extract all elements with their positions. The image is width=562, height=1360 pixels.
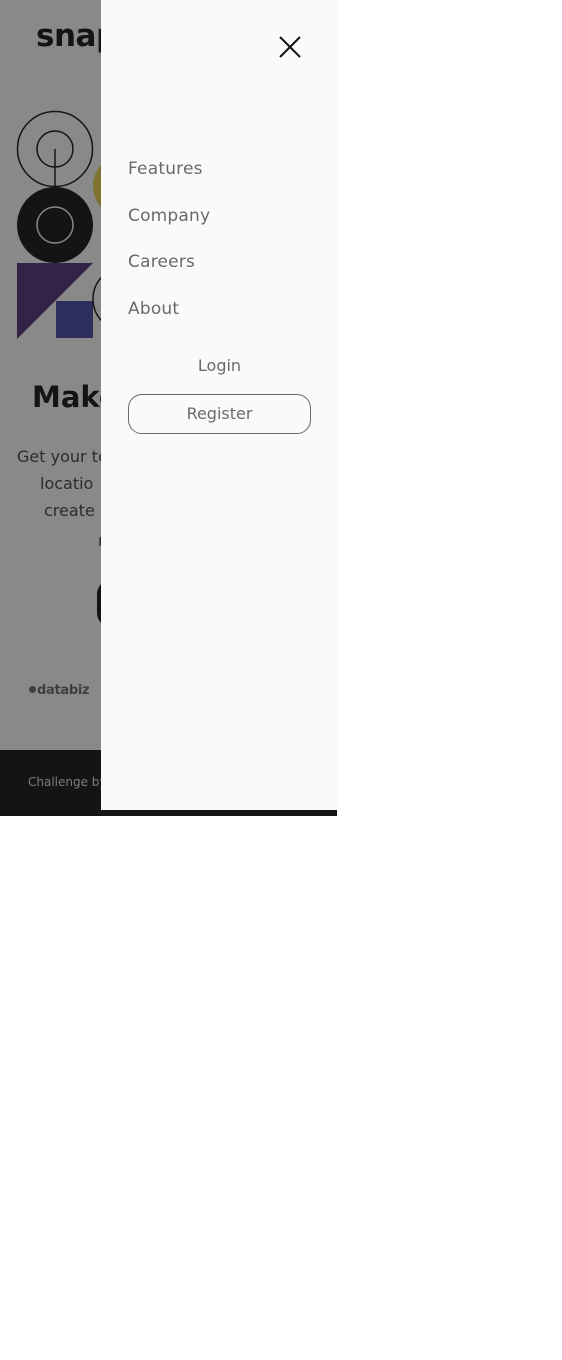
nav-item-features[interactable]: Features [128,159,203,179]
nav-item-company[interactable]: Company [128,206,210,226]
close-menu-button[interactable] [275,32,305,62]
page-viewport: snap Make Get your te locatio create r d… [0,0,337,816]
nav-item-about[interactable]: About [128,299,179,319]
register-button[interactable]: Register [128,394,311,434]
bottom-strip [0,810,337,816]
close-icon [279,36,301,58]
login-link[interactable]: Login [128,356,311,375]
mobile-menu-drawer: Features Company Careers About Login Reg… [101,0,337,810]
nav-item-careers[interactable]: Careers [128,252,195,272]
